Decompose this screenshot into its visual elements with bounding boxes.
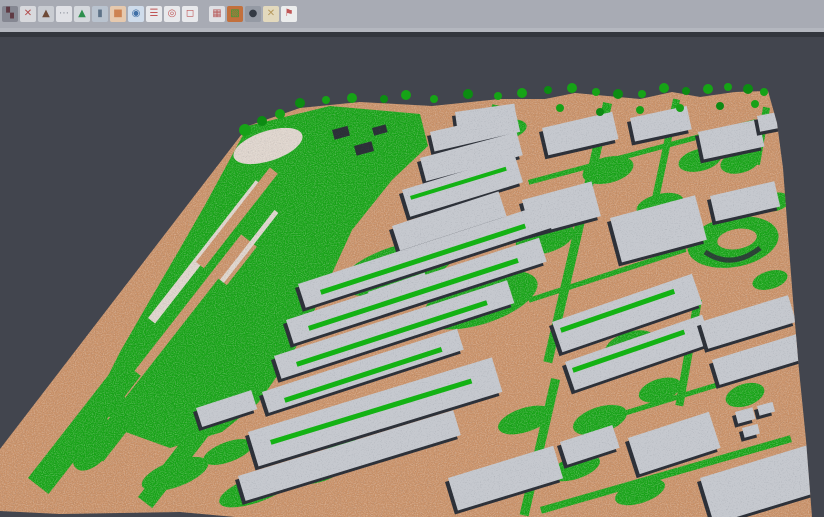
tree-canopy (659, 83, 669, 93)
dataset-icon: ▚ (6, 9, 14, 19)
application-window: ▚ ✕ ▲ ⋯ ▲ ▮ ■ ◉ ☰ ◎ ◻ ▦ ▧ ● ✕ ⚑ (0, 0, 824, 517)
target-icon: ◎ (168, 9, 177, 19)
toolbar-sphere-icon[interactable]: ● (245, 6, 261, 22)
toolbar-colormap-icon[interactable]: ▧ (227, 6, 243, 22)
tree-canopy (682, 87, 690, 95)
list-icon: ☰ (150, 9, 159, 19)
toolbar-profile-icon[interactable]: ▮ (92, 6, 108, 22)
toolbar-dataset-icon[interactable]: ▚ (2, 6, 18, 22)
tree-canopy (724, 83, 732, 91)
tree-canopy (544, 86, 552, 94)
tree-canopy (295, 98, 305, 108)
toolbar-target-icon[interactable]: ◎ (164, 6, 180, 22)
toolbar-ground-class-icon[interactable]: ▲ (74, 6, 90, 22)
flag-icon: ⚑ (285, 9, 294, 19)
toolbar-selection-icon[interactable]: ◻ (182, 6, 198, 22)
toolbar-terrain-icon[interactable]: ▲ (38, 6, 54, 22)
tree-canopy (430, 95, 438, 103)
tree-canopy (380, 95, 388, 103)
3d-viewport[interactable] (0, 37, 824, 517)
toolbar-grid-icon[interactable]: ▦ (209, 6, 225, 22)
noise-layer (0, 37, 824, 517)
toolbar-points-icon[interactable]: ⋯ (56, 6, 72, 22)
toolbar-flag-icon[interactable]: ⚑ (281, 6, 297, 22)
tree-canopy (463, 89, 473, 99)
tree-canopy (703, 84, 713, 94)
toolbar-ortho-icon[interactable]: ■ (110, 6, 126, 22)
sphere-icon: ● (249, 9, 258, 19)
profile-icon: ▮ (97, 9, 103, 19)
selection-icon: ◻ (186, 9, 194, 19)
align-icon: ✕ (24, 9, 32, 19)
ortho-icon: ■ (113, 9, 122, 19)
tree-canopy (638, 90, 646, 98)
globe-icon: ◉ (132, 9, 141, 19)
colormap-icon: ▧ (230, 9, 239, 19)
ground-class-icon: ▲ (78, 9, 86, 19)
terrain-icon: ▲ (42, 9, 50, 19)
toolbar-list-icon[interactable]: ☰ (146, 6, 162, 22)
tree-canopy (494, 92, 502, 100)
point-cloud-scene (0, 37, 824, 517)
grid-icon: ▦ (212, 9, 221, 19)
toolbar-globe-icon[interactable]: ◉ (128, 6, 144, 22)
toolbar-remove-icon[interactable]: ✕ (263, 6, 279, 22)
tree-canopy (401, 90, 411, 100)
toolbar-align-icon[interactable]: ✕ (20, 6, 36, 22)
main-toolbar: ▚ ✕ ▲ ⋯ ▲ ▮ ■ ◉ ☰ ◎ ◻ ▦ ▧ ● ✕ ⚑ (0, 0, 824, 28)
remove-icon: ✕ (267, 9, 275, 19)
points-icon: ⋯ (59, 9, 69, 19)
tree-canopy (567, 83, 577, 93)
tree-canopy (322, 96, 330, 104)
tree-canopy (347, 93, 357, 103)
point-speckle-dark (0, 37, 824, 517)
tree-canopy (517, 88, 527, 98)
